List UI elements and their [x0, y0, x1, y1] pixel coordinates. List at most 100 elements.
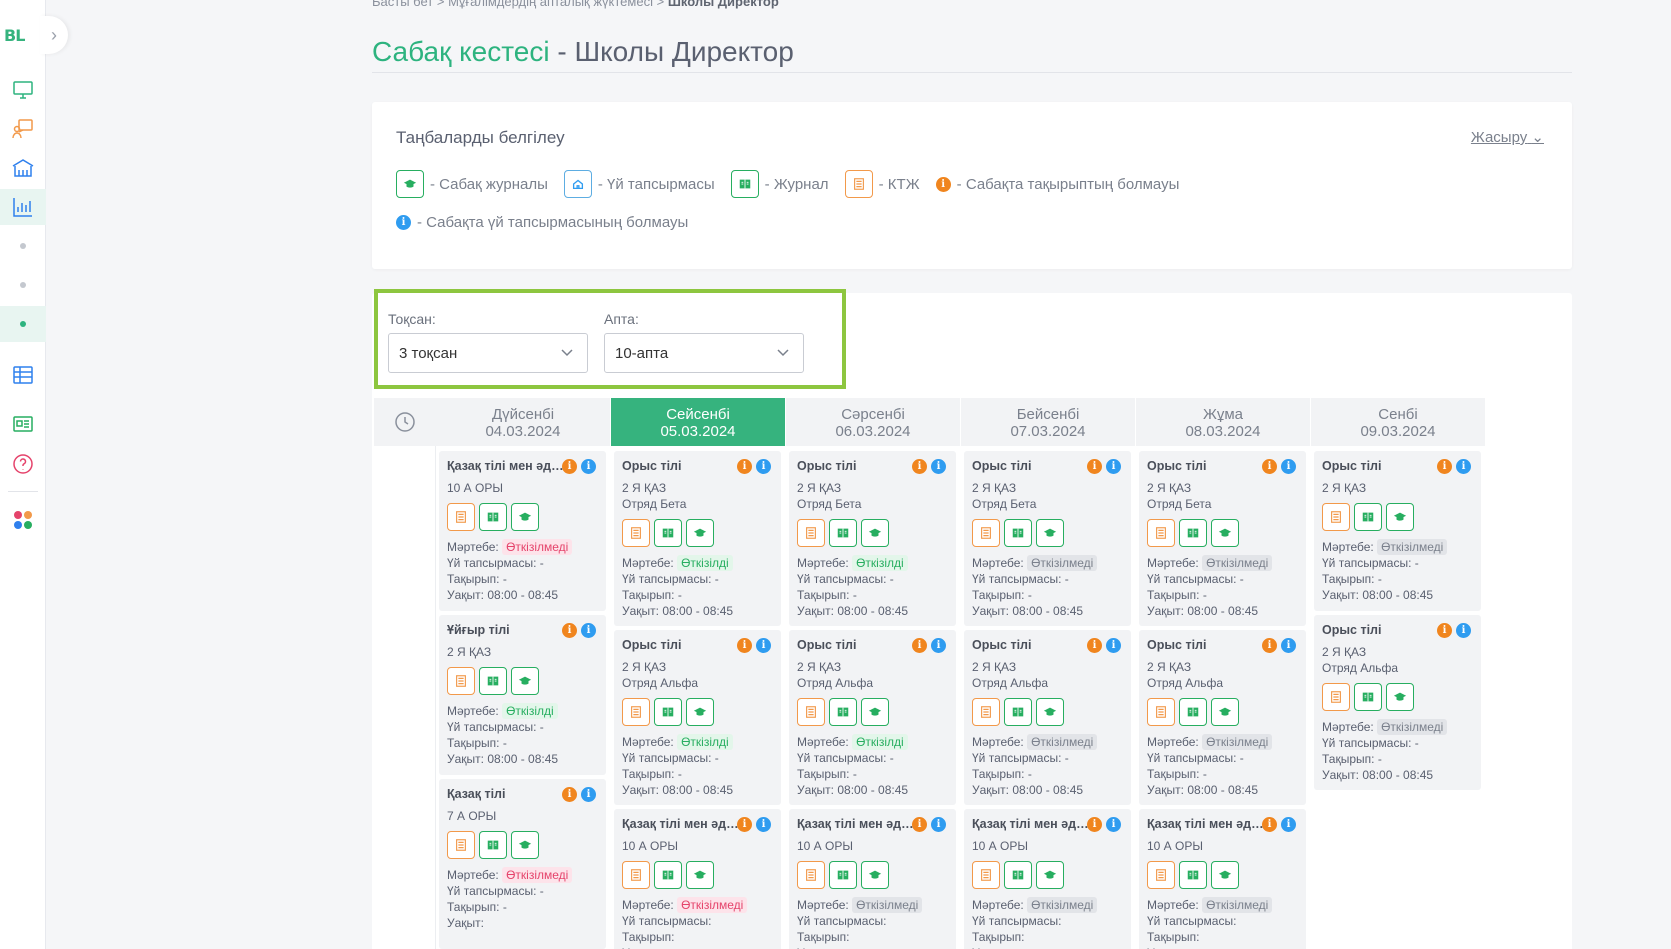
graduation-cap-icon[interactable] [511, 503, 539, 531]
breadcrumb-home[interactable]: Басты бет [372, 0, 433, 9]
book-icon[interactable] [479, 667, 507, 695]
book-icon[interactable] [654, 519, 682, 547]
sidebar-item-id-card[interactable] [0, 406, 46, 442]
lesson-card[interactable]: Қазақ тілі мен әде... i i 10 А ОРЫ Мәртебе: … [964, 809, 1131, 949]
graduation-cap-icon[interactable] [1211, 861, 1239, 889]
graduation-cap-icon[interactable] [1036, 698, 1064, 726]
sidebar-item-help[interactable] [0, 446, 46, 482]
book-icon[interactable] [654, 861, 682, 889]
sidebar-item-apps[interactable] [0, 502, 46, 538]
info-orange-icon[interactable]: i [562, 459, 577, 474]
info-orange-icon[interactable]: i [1087, 459, 1102, 474]
sidebar-item-school[interactable] [0, 150, 46, 186]
info-orange-icon[interactable]: i [1087, 817, 1102, 832]
sidebar-item-monitor[interactable] [0, 72, 46, 108]
info-blue-icon[interactable]: i [581, 787, 596, 802]
info-blue-icon[interactable]: i [1456, 459, 1471, 474]
info-orange-icon[interactable]: i [912, 638, 927, 653]
lesson-card[interactable]: Қазақ тілі мен әде... i i 10 А ОРЫ Мәртебе: … [1139, 809, 1306, 949]
info-blue-icon[interactable]: i [756, 817, 771, 832]
info-blue-icon[interactable]: i [931, 459, 946, 474]
document-icon[interactable] [1322, 503, 1350, 531]
book-icon[interactable] [829, 861, 857, 889]
document-icon[interactable] [972, 519, 1000, 547]
lesson-card[interactable]: Қазақ тілі мен әде... i i 10 А ОРЫ Мәртебе: … [439, 451, 606, 611]
info-orange-icon[interactable]: i [562, 787, 577, 802]
info-blue-icon[interactable]: i [756, 459, 771, 474]
document-icon[interactable] [622, 698, 650, 726]
document-icon[interactable] [1147, 861, 1175, 889]
graduation-cap-icon[interactable] [1211, 519, 1239, 547]
chevron-right-icon[interactable]: › [40, 16, 68, 54]
lesson-card[interactable]: Орыс тілі i i 2 Я ҚАЗ Мәртебе: Өткізілмеді Үй… [1314, 451, 1481, 611]
info-orange-icon[interactable]: i [562, 623, 577, 638]
sidebar-subitem-3[interactable] [0, 306, 46, 342]
graduation-cap-icon[interactable] [686, 861, 714, 889]
document-icon[interactable] [797, 861, 825, 889]
book-icon[interactable] [1004, 698, 1032, 726]
book-icon[interactable] [1354, 683, 1382, 711]
info-blue-icon[interactable]: i [1106, 817, 1121, 832]
document-icon[interactable] [447, 831, 475, 859]
info-blue-icon[interactable]: i [1106, 459, 1121, 474]
sidebar-subitem-1[interactable] [0, 228, 46, 264]
document-icon[interactable] [447, 503, 475, 531]
lesson-card[interactable]: Қазақ тілі i i 7 А ОРЫ Мәртебе: Өткізілмеді Ү… [439, 779, 606, 949]
graduation-cap-icon[interactable] [861, 519, 889, 547]
graduation-cap-icon[interactable] [1211, 698, 1239, 726]
lesson-card[interactable]: Ұйғыр тілі i i 2 Я ҚАЗ Мәртебе: Өткізілді Үй … [439, 615, 606, 775]
document-icon[interactable] [447, 667, 475, 695]
info-blue-icon[interactable]: i [756, 638, 771, 653]
info-orange-icon[interactable]: i [737, 817, 752, 832]
info-orange-icon[interactable]: i [1262, 817, 1277, 832]
book-icon[interactable] [1179, 698, 1207, 726]
book-icon[interactable] [1354, 503, 1382, 531]
document-icon[interactable] [1322, 683, 1350, 711]
lesson-card[interactable]: Орыс тілі i i 2 Я ҚАЗ Отряд Альфа Мәртебе: Өт… [964, 630, 1131, 805]
document-icon[interactable] [972, 698, 1000, 726]
graduation-cap-icon[interactable] [686, 519, 714, 547]
lesson-card[interactable]: Орыс тілі i i 2 Я ҚАЗ Отряд Бета Мәртебе: Өтк… [789, 451, 956, 626]
sidebar-item-table[interactable] [0, 357, 46, 393]
document-icon[interactable] [797, 698, 825, 726]
info-orange-icon[interactable]: i [1437, 623, 1452, 638]
week-select[interactable]: 10-апта [604, 333, 804, 373]
lesson-card[interactable]: Орыс тілі i i 2 Я ҚАЗ Отряд Альфа Мәртебе: Өт… [1314, 615, 1481, 790]
book-icon[interactable] [1179, 861, 1207, 889]
info-orange-icon[interactable]: i [737, 459, 752, 474]
document-icon[interactable] [972, 861, 1000, 889]
info-blue-icon[interactable]: i [931, 817, 946, 832]
info-blue-icon[interactable]: i [1456, 623, 1471, 638]
book-icon[interactable] [1004, 861, 1032, 889]
info-orange-icon[interactable]: i [1262, 459, 1277, 474]
sidebar-subitem-2[interactable] [0, 267, 46, 303]
info-orange-icon[interactable]: i [912, 459, 927, 474]
document-icon[interactable] [622, 861, 650, 889]
graduation-cap-icon[interactable] [511, 667, 539, 695]
book-icon[interactable] [479, 831, 507, 859]
graduation-cap-icon[interactable] [1386, 683, 1414, 711]
book-icon[interactable] [654, 698, 682, 726]
graduation-cap-icon[interactable] [1036, 861, 1064, 889]
info-blue-icon[interactable]: i [1281, 459, 1296, 474]
lesson-card[interactable]: Орыс тілі i i 2 Я ҚАЗ Отряд Бета Мәртебе: Өтк… [964, 451, 1131, 626]
document-icon[interactable] [1147, 519, 1175, 547]
info-blue-icon[interactable]: i [581, 459, 596, 474]
lesson-card[interactable]: Орыс тілі i i 2 Я ҚАЗ Отряд Альфа Мәртебе: Өт… [789, 630, 956, 805]
sidebar-item-teacher[interactable] [0, 111, 46, 147]
lesson-card[interactable]: Қазақ тілі мен әде... i i 10 А ОРЫ Мәртебе: … [614, 809, 781, 949]
info-orange-icon[interactable]: i [1087, 638, 1102, 653]
quarter-select[interactable]: 3 тоқсан [388, 333, 588, 373]
graduation-cap-icon[interactable] [686, 698, 714, 726]
info-orange-icon[interactable]: i [1262, 638, 1277, 653]
book-icon[interactable] [479, 503, 507, 531]
document-icon[interactable] [797, 519, 825, 547]
graduation-cap-icon[interactable] [511, 831, 539, 859]
info-orange-icon[interactable]: i [737, 638, 752, 653]
document-icon[interactable] [1147, 698, 1175, 726]
hide-legend-link[interactable]: Жасыру ⌄ [1471, 128, 1544, 146]
book-icon[interactable] [1004, 519, 1032, 547]
graduation-cap-icon[interactable] [861, 861, 889, 889]
breadcrumb-middle[interactable]: Мұғалімдердің апталық жүктемесі [448, 0, 653, 9]
lesson-card[interactable]: Орыс тілі i i 2 Я ҚАЗ Отряд Бета Мәртебе: Өтк… [614, 451, 781, 626]
